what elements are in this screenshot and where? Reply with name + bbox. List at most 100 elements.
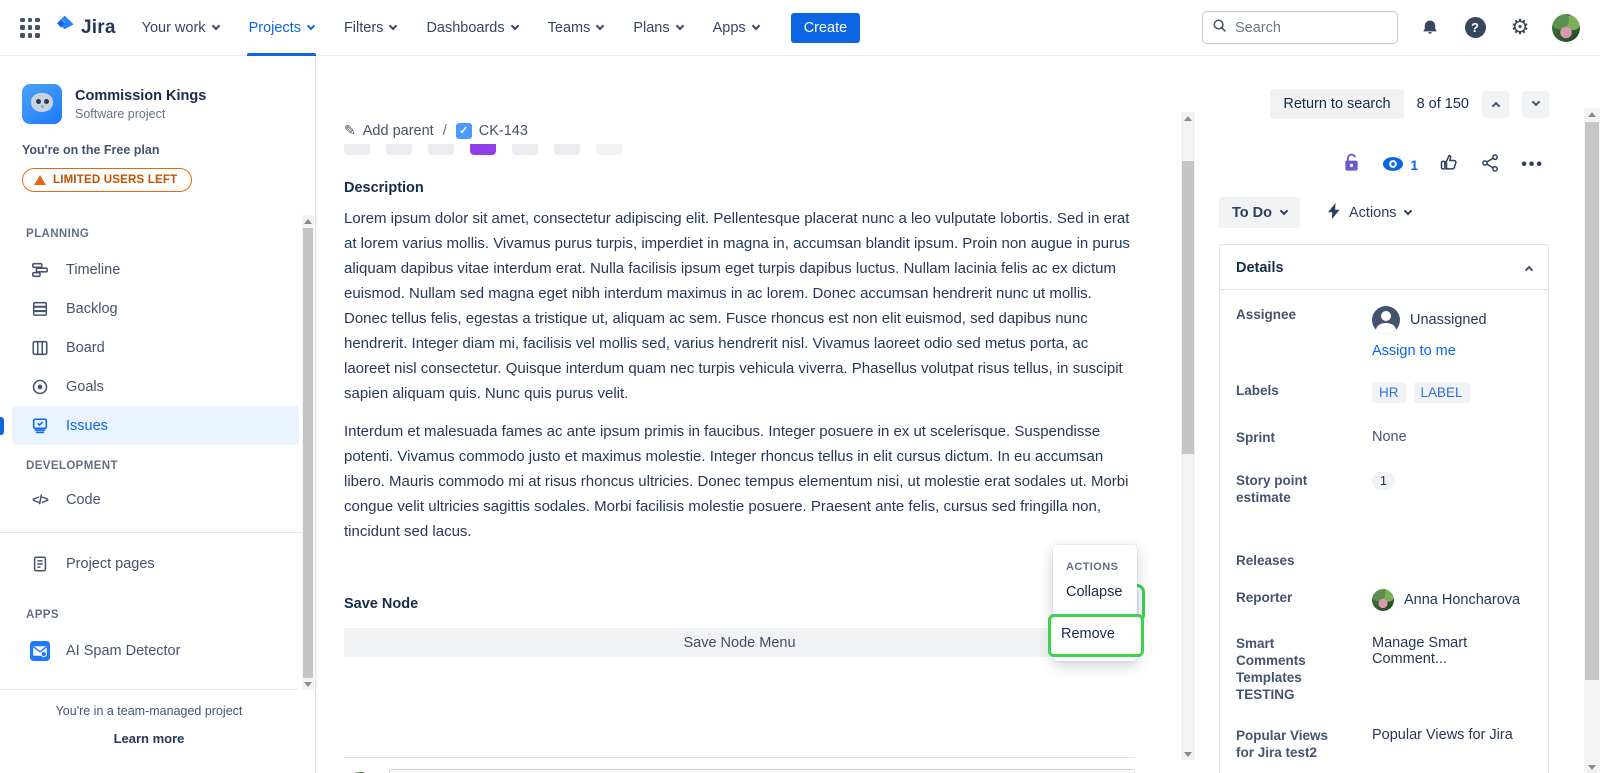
scroll-down-arrow[interactable] [1584, 761, 1600, 773]
chevron-down-icon [596, 22, 604, 30]
nav-teams[interactable]: Teams [548, 0, 604, 56]
clipped-button[interactable] [512, 144, 538, 155]
nav-apps[interactable]: Apps [713, 0, 759, 56]
issue-main-panel: ✎ Add parent / ✓ CK-143 Description Lore… [316, 56, 1180, 773]
project-avatar [22, 84, 62, 124]
scrollbar-thumb[interactable] [303, 228, 313, 678]
code-icon: </> [30, 490, 50, 510]
app-switcher-icon[interactable] [20, 18, 40, 38]
breadcrumb: ✎ Add parent / ✓ CK-143 [344, 122, 1135, 139]
description-paragraph-2: Interdum et malesuada fames ac ante ipsu… [344, 419, 1135, 544]
warning-icon [34, 175, 46, 185]
sidebar-item-board[interactable]: Board [12, 328, 299, 367]
apps-section-title: APPS [0, 609, 315, 621]
create-button[interactable]: Create [791, 13, 861, 43]
description-title: Description [344, 180, 1135, 196]
search-input[interactable] [1235, 20, 1375, 36]
free-plan-note: You're on the Free plan [0, 143, 315, 157]
details-panel-header[interactable]: Details [1220, 245, 1548, 290]
share-icon[interactable] [1480, 153, 1500, 178]
watchers-button[interactable]: 1 [1382, 156, 1418, 175]
pencil-icon: ✎ [344, 122, 356, 139]
thumbs-up-icon[interactable] [1439, 153, 1459, 178]
clipped-button[interactable] [596, 144, 622, 155]
status-dropdown[interactable]: To Do [1219, 197, 1300, 228]
field-sprint: Sprint None [1236, 429, 1532, 446]
lightning-icon [1327, 203, 1341, 223]
menu-item-remove[interactable]: Remove [1051, 622, 1141, 646]
breadcrumb-separator: / [443, 123, 447, 139]
primary-nav: Your work Projects Filters Dashboards Te… [142, 0, 759, 56]
goals-target-icon [30, 377, 50, 397]
development-section-title: DEVELOPMENT [0, 460, 315, 472]
timeline-icon [30, 260, 50, 280]
story-point-badge[interactable]: 1 [1372, 472, 1395, 490]
issue-key-link[interactable]: ✓ CK-143 [456, 123, 528, 139]
popular-views-value[interactable]: Popular Views for Jira [1372, 727, 1532, 743]
assign-to-me-link[interactable]: Assign to me [1372, 343, 1456, 359]
sidebar-item-timeline[interactable]: Timeline [12, 250, 299, 289]
notifications-bell-icon[interactable] [1417, 15, 1443, 41]
nav-projects[interactable]: Projects [249, 0, 314, 56]
sidebar-item-ai-spam-detector[interactable]: AI Spam Detector [12, 631, 299, 670]
add-comment-input[interactable] [389, 769, 1135, 773]
chevron-down-icon [751, 22, 759, 30]
sidebar-scrollbar[interactable] [302, 215, 314, 690]
next-issue-button[interactable] [1522, 91, 1549, 118]
sidebar-item-project-pages[interactable]: Project pages [12, 544, 299, 583]
reporter-avatar [1372, 589, 1394, 611]
clipped-button[interactable] [470, 144, 496, 155]
actions-dropdown[interactable]: Actions [1327, 203, 1411, 223]
sprint-value[interactable]: None [1372, 429, 1532, 445]
clipped-button[interactable] [386, 144, 412, 155]
issue-side-panel: Return to search 8 of 150 1 ••• [1180, 56, 1570, 773]
chevron-down-icon [307, 22, 315, 30]
jira-logo[interactable]: Jira [54, 14, 116, 41]
field-popular-views: Popular Views for Jira test2 Popular Vie… [1236, 727, 1532, 761]
highlight-box-remove: Remove [1048, 614, 1144, 657]
ai-spam-detector-icon [30, 641, 50, 661]
document-icon [30, 554, 50, 574]
clipped-button[interactable] [428, 144, 454, 155]
global-search[interactable] [1202, 11, 1398, 44]
sidebar-item-backlog[interactable]: Backlog [12, 289, 299, 328]
sidebar-item-issues[interactable]: Issues [12, 406, 299, 445]
limited-users-pill[interactable]: LIMITED USERS LEFT [22, 168, 192, 192]
help-icon[interactable]: ? [1462, 15, 1488, 41]
menu-item-collapse[interactable]: Collapse [1053, 575, 1137, 609]
field-story-points: Story point estimate 1 [1236, 472, 1532, 506]
label-chip[interactable]: LABEL [1414, 382, 1470, 403]
task-type-icon: ✓ [456, 123, 472, 139]
scrollbar-thumb[interactable] [1585, 122, 1599, 680]
label-chip[interactable]: HR [1372, 382, 1406, 403]
clipped-button[interactable] [554, 144, 580, 155]
sidebar-item-code[interactable]: </> Code [12, 480, 299, 519]
assignee-value[interactable]: Unassigned [1372, 306, 1532, 334]
scroll-down-arrow[interactable] [302, 678, 314, 690]
sidebar-footer: You're in a team-managed project Learn m… [0, 689, 298, 773]
sidebar-item-goals[interactable]: Goals [12, 367, 299, 406]
learn-more-link[interactable]: Learn more [0, 731, 298, 746]
nav-filters[interactable]: Filters [344, 0, 396, 56]
chevron-down-icon [675, 22, 683, 30]
clipped-button[interactable] [344, 144, 370, 155]
return-to-search-button[interactable]: Return to search [1270, 89, 1403, 119]
smart-comments-value[interactable]: Manage Smart Comment... [1372, 635, 1532, 667]
nav-plans[interactable]: Plans [633, 0, 682, 56]
previous-issue-button[interactable] [1482, 91, 1509, 118]
add-parent-link[interactable]: ✎ Add parent [344, 122, 434, 139]
content-divider [344, 757, 1135, 758]
nav-dashboards[interactable]: Dashboards [426, 0, 517, 56]
page-scrollbar[interactable] [1584, 108, 1600, 773]
scroll-up-arrow[interactable] [302, 215, 314, 227]
field-smart-comments: Smart Comments Templates TESTING Manage … [1236, 635, 1532, 703]
more-actions-icon[interactable]: ••• [1521, 156, 1544, 174]
scroll-up-arrow[interactable] [1584, 108, 1600, 120]
unlock-icon[interactable] [1342, 152, 1361, 178]
sidebar-item-clipped[interactable]: Jupiter Notebook [0, 682, 315, 689]
nav-your-work[interactable]: Your work [142, 0, 219, 56]
save-node-dropdown-menu: ACTIONS Collapse Remove [1053, 545, 1137, 661]
sidebar-divider [0, 532, 315, 533]
user-avatar[interactable] [1552, 14, 1580, 42]
settings-gear-icon[interactable]: ⚙ [1507, 15, 1533, 41]
